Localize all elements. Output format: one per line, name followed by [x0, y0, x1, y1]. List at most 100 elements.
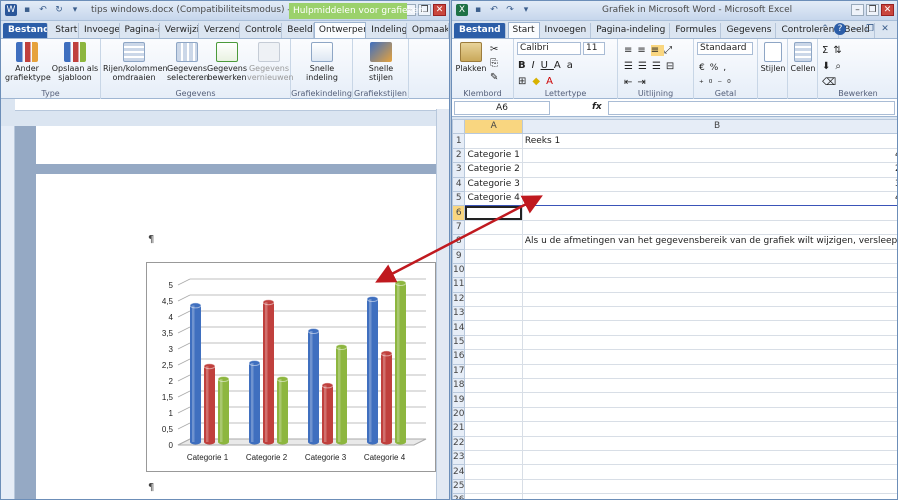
word-tab-verzend[interactable]: Verzend	[199, 23, 240, 38]
minimize-icon[interactable]: –	[851, 4, 864, 16]
format-painter-icon[interactable]: ✎	[490, 71, 498, 85]
cells-button[interactable]: Cellen	[790, 42, 816, 73]
cell[interactable]	[464, 421, 523, 437]
align-center-icon[interactable]: ☰	[638, 61, 652, 72]
cell[interactable]	[521, 421, 897, 437]
redo-icon[interactable]: ↻	[53, 4, 65, 16]
sort-filter-icon[interactable]: ⇅	[833, 45, 846, 56]
row-header[interactable]: 3	[452, 162, 466, 178]
cell[interactable]: Categorie 1	[464, 147, 523, 164]
cut-icon[interactable]: ✂	[490, 43, 498, 57]
decrease-indent-icon[interactable]: ⇤	[624, 77, 637, 88]
cell[interactable]	[521, 320, 897, 336]
cell[interactable]	[521, 306, 897, 322]
select-data-button[interactable]: Gegevens selecteren	[167, 42, 209, 82]
cell[interactable]	[464, 262, 523, 279]
workbook-minimize-icon[interactable]: –	[849, 23, 861, 35]
edit-data-button[interactable]: Gegevens bewerken	[207, 42, 247, 82]
cell[interactable]	[464, 392, 523, 408]
grow-font-icon[interactable]: A	[554, 60, 567, 71]
italic-icon[interactable]: I	[532, 60, 541, 71]
row-header[interactable]: 6	[452, 205, 466, 221]
cell[interactable]	[464, 493, 523, 499]
row-header[interactable]: 12	[452, 291, 466, 308]
word-tab-verwijzi[interactable]: Verwijzi	[160, 23, 200, 38]
row-header[interactable]: 21	[452, 421, 466, 437]
cell[interactable]: Reeks 1	[521, 133, 897, 149]
cell[interactable]	[464, 435, 523, 451]
cell[interactable]	[521, 277, 897, 293]
row-header[interactable]: 25	[452, 478, 466, 495]
close-icon[interactable]: ✕	[881, 4, 894, 16]
merge-icon[interactable]: ⊟	[666, 61, 679, 72]
cell[interactable]	[521, 363, 897, 380]
cell[interactable]	[521, 449, 897, 466]
column-header[interactable]: B	[521, 118, 897, 135]
cell[interactable]: Categorie 2	[464, 162, 523, 178]
cell[interactable]	[464, 449, 523, 466]
word-tab-controle[interactable]: Controle	[240, 23, 283, 38]
currency-icon[interactable]: €	[699, 63, 710, 73]
excel-tab-invoegen[interactable]: Invoegen	[540, 23, 592, 38]
align-bottom-icon[interactable]: ≡	[650, 45, 665, 56]
word-app-icon[interactable]: W	[5, 4, 17, 16]
shrink-font-icon[interactable]: a	[567, 60, 579, 71]
font-color-icon[interactable]: A	[546, 76, 559, 87]
word-tab-beeld[interactable]: Beeld	[282, 23, 314, 38]
word-tab-pagina-i[interactable]: Pagina-i	[120, 23, 160, 38]
cell[interactable]	[521, 262, 897, 279]
excel-tab-pagina-indeling[interactable]: Pagina-indeling	[591, 23, 671, 38]
quick-layout-button[interactable]: Snelle indeling	[297, 42, 347, 82]
cell[interactable]: 2,5	[521, 162, 897, 178]
cell[interactable]	[521, 205, 897, 221]
cell[interactable]	[464, 291, 523, 308]
switch-row-column-button[interactable]: Rijen/kolommen omdraaien	[103, 42, 168, 82]
row-header[interactable]: 20	[452, 406, 466, 423]
row-header[interactable]: 10	[452, 262, 466, 279]
workbook-restore-icon[interactable]: ❐	[864, 23, 876, 35]
row-header[interactable]: 9	[452, 248, 466, 264]
paste-button[interactable]: Plakken	[454, 42, 488, 73]
cell[interactable]	[521, 435, 897, 451]
excel-tab-formules[interactable]: Formules	[670, 23, 722, 38]
cell[interactable]	[464, 277, 523, 293]
row-header[interactable]: 19	[452, 392, 466, 408]
find-select-icon[interactable]: ⌕	[835, 61, 846, 72]
number-format-select[interactable]: Standaard	[697, 42, 753, 55]
row-header[interactable]: 13	[452, 306, 466, 322]
cell[interactable]	[521, 478, 897, 495]
quick-styles-button[interactable]: Snelle stijlen	[357, 42, 405, 82]
excel-tab-start[interactable]: Start	[507, 22, 540, 38]
align-middle-icon[interactable]: ≡	[637, 45, 650, 56]
word-tab-start[interactable]: Start	[50, 23, 79, 38]
cell[interactable]: Categorie 4	[464, 190, 523, 207]
save-icon[interactable]: ▪	[21, 4, 33, 16]
percent-icon[interactable]: %	[710, 63, 724, 73]
row-header[interactable]: 7	[452, 219, 466, 236]
cell[interactable]	[464, 349, 523, 365]
customize-qat-icon[interactable]: ▾	[520, 4, 532, 16]
align-left-icon[interactable]: ☰	[624, 61, 638, 72]
align-right-icon[interactable]: ☰	[652, 61, 666, 72]
horizontal-ruler[interactable]	[15, 99, 449, 111]
cell[interactable]	[521, 291, 897, 308]
increase-indent-icon[interactable]: ⇥	[637, 77, 650, 88]
excel-tab-bestand[interactable]: Bestand	[454, 23, 506, 38]
cell[interactable]	[464, 406, 523, 423]
row-header[interactable]: 8	[452, 234, 466, 250]
note-cell[interactable]: Als u de afmetingen van het gegevensbere…	[521, 234, 897, 250]
borders-icon[interactable]: ⊞	[518, 76, 532, 87]
change-chart-type-button[interactable]: Ander grafiektype	[5, 42, 51, 82]
copy-icon[interactable]: ⎘	[490, 57, 498, 71]
row-header[interactable]: 2	[452, 147, 466, 164]
row-header[interactable]: 14	[452, 320, 466, 336]
workbook-close-icon[interactable]: ✕	[879, 23, 891, 35]
cell[interactable]	[464, 363, 523, 380]
row-header[interactable]: 24	[452, 464, 466, 480]
row-header[interactable]: 22	[452, 435, 466, 451]
row-header[interactable]: 16	[452, 349, 466, 365]
cell[interactable]	[521, 248, 897, 264]
row-header[interactable]: 26	[452, 493, 466, 499]
font-size-select[interactable]: 11	[583, 42, 605, 55]
cell[interactable]	[464, 334, 523, 351]
